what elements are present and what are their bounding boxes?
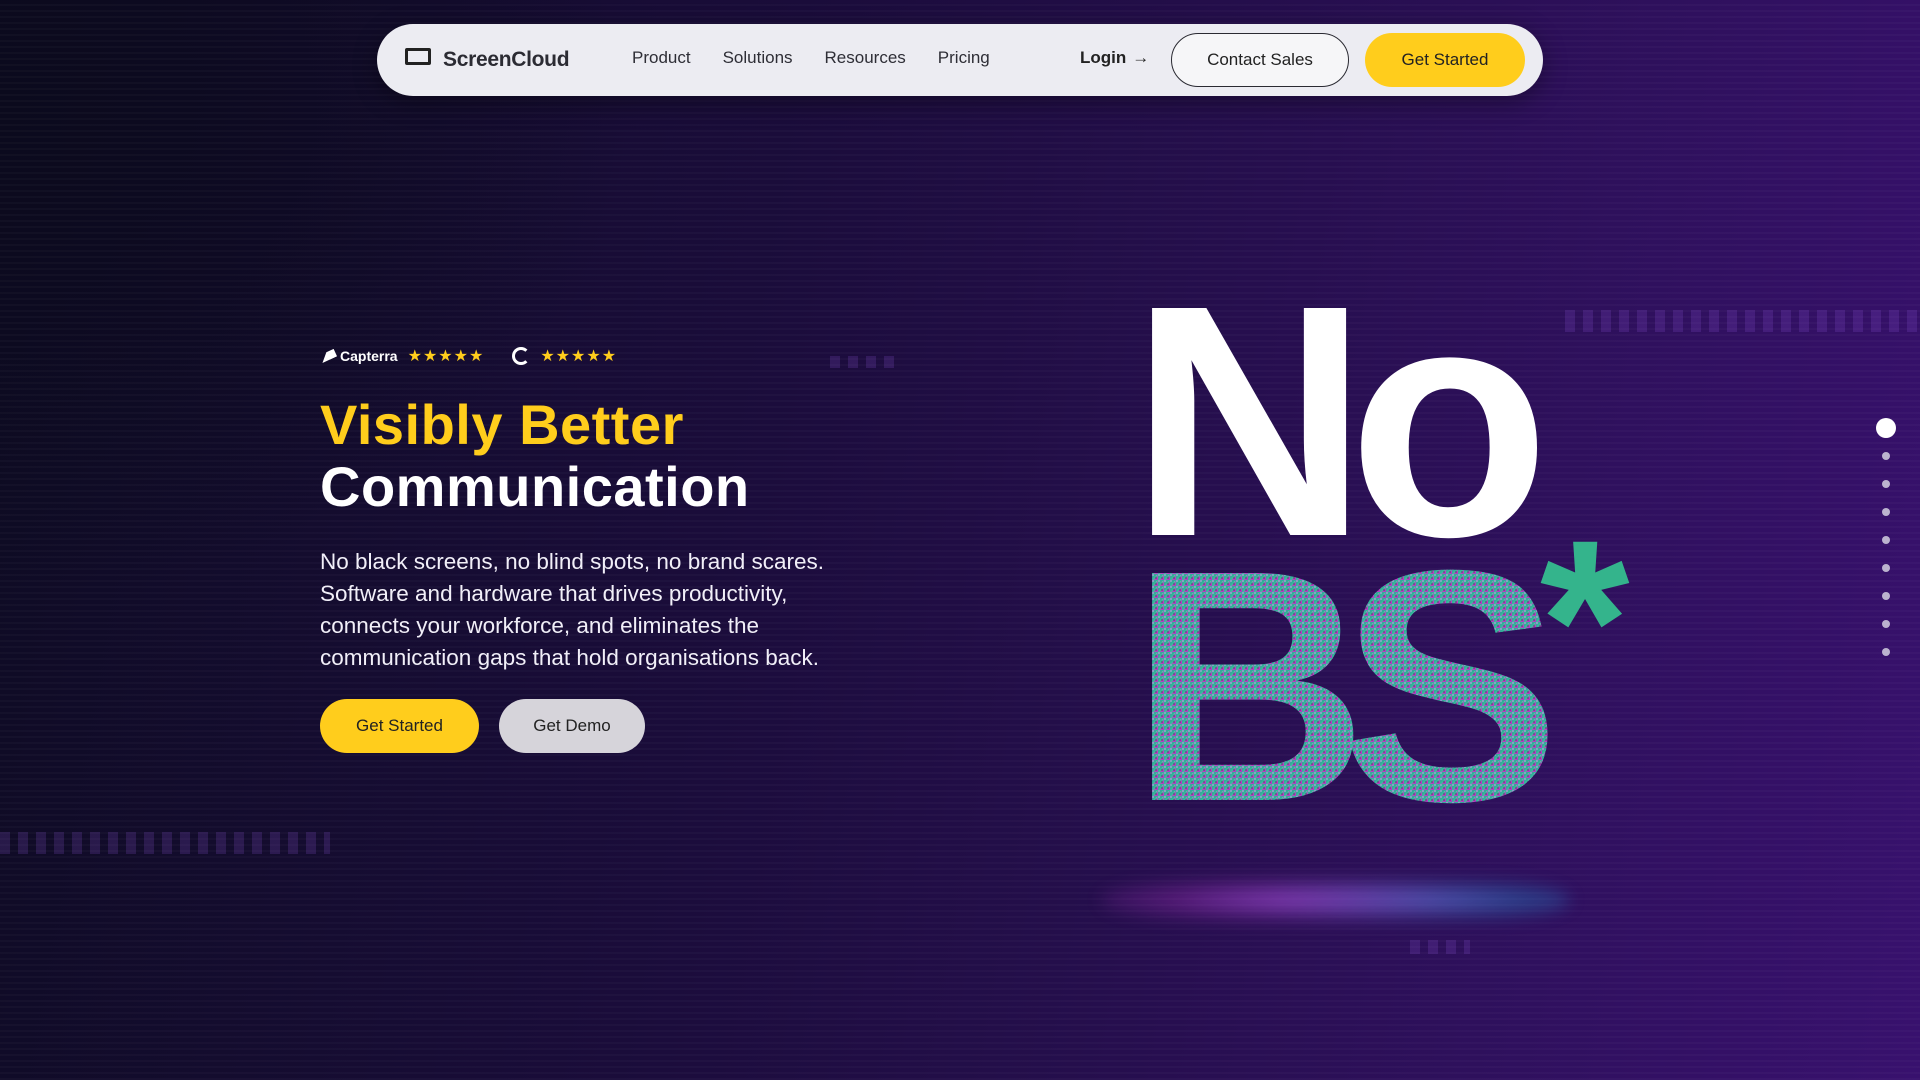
- pagination-dot[interactable]: [1882, 508, 1890, 516]
- pagination-dot[interactable]: [1882, 592, 1890, 600]
- hero-get-started-button[interactable]: Get Started: [320, 699, 479, 753]
- pagination-dot[interactable]: [1882, 620, 1890, 628]
- hero-description: No black screens, no blind spots, no bra…: [320, 549, 825, 670]
- nav-menu: Product Solutions Resources Pricing: [632, 48, 1022, 68]
- brand-name: ScreenCloud: [443, 48, 570, 71]
- g2-stars: ★★★★★: [540, 348, 618, 365]
- pagination-dot[interactable]: [1882, 452, 1890, 460]
- pagination-dot[interactable]: [1882, 564, 1890, 572]
- ratings-row: Capterra ★★★★★ ★★★★★: [319, 346, 618, 366]
- login-label: Login: [1080, 48, 1127, 67]
- hero-headline-rest: Communication: [320, 455, 750, 518]
- hero-headline-highlight: Visibly Better: [320, 393, 684, 456]
- graphic-bs-text: BS: [1140, 501, 1552, 870]
- nav-item-resources[interactable]: Resources: [825, 48, 906, 68]
- glitch-strip: [1410, 940, 1470, 954]
- nav-item-product[interactable]: Product: [632, 48, 691, 68]
- contact-sales-button[interactable]: Contact Sales: [1171, 33, 1349, 87]
- screencloud-logo-icon: [403, 48, 437, 72]
- no-bs-graphic: No BS *: [1140, 280, 1630, 870]
- hero-get-demo-button[interactable]: Get Demo: [499, 699, 645, 753]
- capterra-arrow-icon: [319, 348, 337, 364]
- pagination-dot[interactable]: [1882, 480, 1890, 488]
- capterra-badge: Capterra: [319, 348, 398, 364]
- g2-logo-icon: [512, 347, 531, 365]
- graphic-asterisk-icon: *: [1540, 492, 1630, 749]
- nav-item-pricing[interactable]: Pricing: [938, 48, 990, 68]
- glitch-strip: [0, 832, 330, 854]
- glitch-strip: [830, 356, 900, 368]
- nav-get-started-button[interactable]: Get Started: [1365, 33, 1525, 87]
- pagination-dot-active[interactable]: [1876, 418, 1896, 438]
- capterra-stars: ★★★★★: [407, 348, 485, 365]
- hero-headline: Visibly Better Communication: [320, 394, 750, 518]
- nav-item-solutions[interactable]: Solutions: [723, 48, 793, 68]
- capterra-label: Capterra: [340, 348, 398, 364]
- pagination-dot[interactable]: [1882, 536, 1890, 544]
- section-pagination: [1876, 418, 1896, 676]
- top-navigation: ScreenCloud Product Solutions Resources …: [377, 24, 1543, 96]
- pagination-dot[interactable]: [1882, 648, 1890, 656]
- arrow-right-icon: →: [1132, 48, 1150, 67]
- login-link[interactable]: Login →: [1080, 48, 1149, 68]
- screencloud-logo[interactable]: ScreenCloud: [403, 48, 570, 72]
